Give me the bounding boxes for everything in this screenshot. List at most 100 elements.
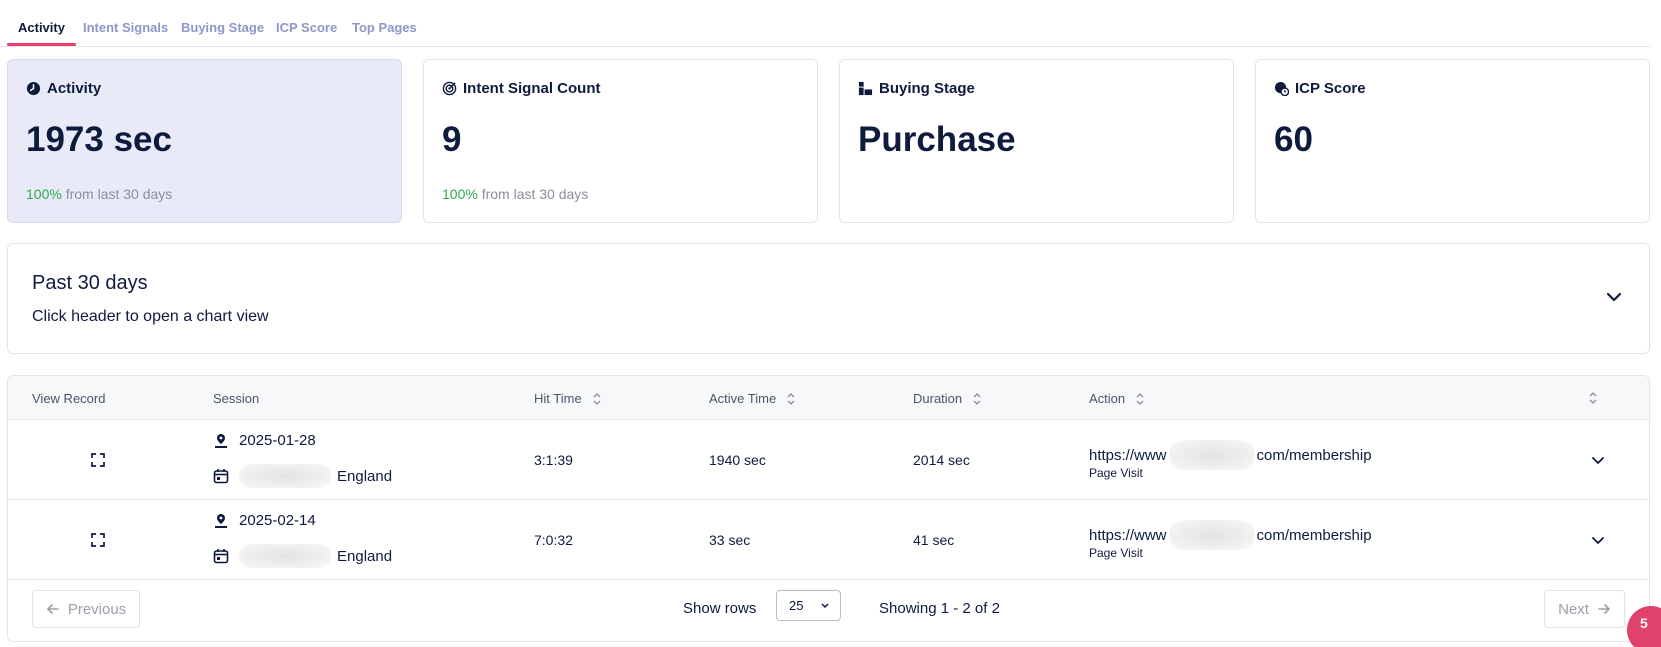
active-time-cell: 33 sec <box>709 532 751 548</box>
sort-icon[interactable] <box>972 392 982 406</box>
chevron-down-icon[interactable] <box>1591 533 1605 547</box>
activity-card: Activity 1973 sec 100% from last 30 days <box>7 59 402 223</box>
tab-bar: Activity Intent Signals Buying Stage ICP… <box>0 0 1650 47</box>
activity-card-change: 100% from last 30 days <box>26 186 172 202</box>
calendar-icon <box>213 549 229 564</box>
arrow-right-icon <box>1598 604 1611 614</box>
clock-icon <box>26 81 41 96</box>
location-pin-icon <box>215 433 227 448</box>
column-active-time[interactable]: Active Time <box>709 391 796 406</box>
hit-time-cell: 3:1:39 <box>534 452 573 468</box>
session-date: 2025-02-14 <box>213 512 316 529</box>
redacted-text <box>1168 440 1255 470</box>
next-button-label: Next <box>1558 600 1589 618</box>
buying-stage-card-header: Buying Stage <box>858 80 975 97</box>
column-session-label: Session <box>213 391 260 406</box>
icp-score-card-value: 60 <box>1274 120 1313 159</box>
session-date-text: 2025-01-28 <box>239 432 316 449</box>
chevron-down-icon[interactable] <box>1591 453 1605 467</box>
session-date-text: 2025-02-14 <box>239 512 316 529</box>
target-icon <box>442 81 457 96</box>
show-rows-label: Show rows <box>683 600 757 617</box>
chat-badge: 5 <box>1640 615 1648 631</box>
intent-signal-card-change: 100% from last 30 days <box>442 186 588 202</box>
buying-stage-card-value: Purchase <box>858 120 1016 159</box>
activity-card-value: 1973 sec <box>26 120 172 159</box>
activity-table: View Record Session Hit Time Active Time… <box>7 375 1650 642</box>
table-row: 2025-01-28 England 3:1:39 1940 sec 2014 … <box>8 420 1649 500</box>
calendar-icon <box>213 469 229 484</box>
arrow-left-icon <box>46 604 59 614</box>
table-row: 2025-02-14 England 7:0:32 33 sec 41 sec … <box>8 500 1649 580</box>
action-url-suffix: com/membership <box>1256 446 1372 464</box>
showing-count: Showing 1 - 2 of 2 <box>879 600 1000 617</box>
session-location-text: England <box>337 467 393 485</box>
column-duration[interactable]: Duration <box>913 391 982 406</box>
tab-buying-stage[interactable]: Buying Stage <box>181 20 264 35</box>
pagination: Previous Show rows 25 Showing 1 - 2 of 2… <box>8 580 1649 641</box>
column-action-label: Action <box>1089 391 1126 406</box>
tab-activity[interactable]: Activity <box>18 20 65 35</box>
session-location: England <box>213 544 392 568</box>
action-type: Page Visit <box>1089 466 1143 480</box>
score-icon <box>1274 81 1289 96</box>
active-time-cell: 1940 sec <box>709 452 766 468</box>
chevron-down-icon <box>821 603 829 609</box>
intent-signal-card-title: Intent Signal Count <box>463 80 601 97</box>
intent-signal-card: Intent Signal Count 9 100% from last 30 … <box>423 59 818 223</box>
duration-cell: 2014 sec <box>913 452 970 468</box>
tab-icp-score[interactable]: ICP Score <box>276 20 337 35</box>
active-tab-indicator <box>7 43 76 46</box>
stage-icon <box>858 81 873 96</box>
icp-score-card-header: ICP Score <box>1274 80 1366 97</box>
expand-icon[interactable] <box>90 532 106 548</box>
column-view-record-label: View Record <box>32 391 106 406</box>
activity-card-header: Activity <box>26 80 101 97</box>
intent-change-percent: 100% <box>442 186 478 202</box>
chart-panel-header[interactable]: Past 30 days Click header to open a char… <box>7 243 1650 354</box>
session-date: 2025-01-28 <box>213 432 316 449</box>
tab-intent-signals[interactable]: Intent Signals <box>83 20 168 35</box>
previous-button-label: Previous <box>67 600 127 618</box>
tab-top-pages[interactable]: Top Pages <box>352 20 417 35</box>
buying-stage-card-title: Buying Stage <box>879 80 975 97</box>
column-expand[interactable] <box>1588 391 1598 405</box>
sort-icon[interactable] <box>786 392 796 406</box>
sort-icon[interactable] <box>592 392 602 406</box>
intent-signal-card-header: Intent Signal Count <box>442 80 600 97</box>
redacted-text <box>239 464 331 488</box>
rows-per-page-value: 25 <box>789 598 804 613</box>
sort-icon[interactable] <box>1135 392 1145 406</box>
action-url-suffix: com/membership <box>1256 526 1372 544</box>
column-hit-time[interactable]: Hit Time <box>534 391 602 406</box>
activity-card-title: Activity <box>47 80 102 97</box>
column-action[interactable]: Action <box>1089 391 1145 406</box>
buying-stage-card: Buying Stage Purchase <box>839 59 1234 223</box>
column-active-time-label: Active Time <box>709 391 777 406</box>
action-type: Page Visit <box>1089 546 1143 560</box>
redacted-text <box>239 544 331 568</box>
chart-panel-title: Past 30 days <box>32 272 148 294</box>
next-button[interactable]: Next <box>1544 590 1625 628</box>
intent-change-text: from last 30 days <box>481 186 589 202</box>
rows-per-page-select[interactable]: 25 <box>776 590 841 621</box>
location-pin-icon <box>215 513 227 528</box>
session-location: England <box>213 464 392 488</box>
icp-score-card-title: ICP Score <box>1295 80 1366 97</box>
sort-icon[interactable] <box>1588 391 1598 405</box>
table-header: View Record Session Hit Time Active Time… <box>8 376 1649 420</box>
column-session: Session <box>213 391 259 406</box>
chart-panel-subtitle: Click header to open a chart view <box>32 308 269 325</box>
session-location-text: England <box>337 547 393 565</box>
activity-change-text: from last 30 days <box>65 186 173 202</box>
action-url-prefix: https://www <box>1089 446 1167 464</box>
expand-icon[interactable] <box>90 452 106 468</box>
previous-button[interactable]: Previous <box>32 590 140 628</box>
redacted-text <box>1168 520 1255 550</box>
column-hit-time-label: Hit Time <box>534 391 582 406</box>
duration-cell: 41 sec <box>913 532 955 548</box>
column-view-record: View Record <box>32 391 105 406</box>
action-url-prefix: https://www <box>1089 526 1167 544</box>
chevron-down-icon[interactable] <box>1605 288 1623 306</box>
intent-signal-card-value: 9 <box>442 120 462 159</box>
